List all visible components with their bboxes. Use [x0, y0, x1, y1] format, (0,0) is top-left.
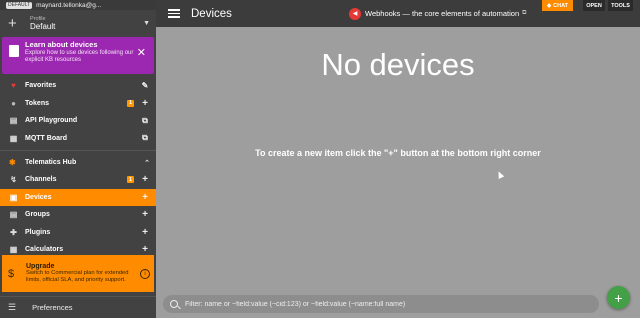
sidebar-item-label: Plugins [25, 228, 51, 236]
menu-icon[interactable] [168, 9, 180, 18]
sidebar-item-label: MQTT Board [25, 134, 67, 142]
profile-selector[interactable]: + Profile Default ▼ [0, 10, 156, 37]
chat-button[interactable]: ◆ CHAT [542, 0, 573, 11]
upgrade-body: Upgrade Switch to Commercial plan for ex… [26, 263, 140, 284]
token-icon: ● [11, 98, 16, 108]
profile-text: Profile Default [30, 16, 143, 31]
search-icon [170, 300, 178, 308]
add-icon[interactable]: + [140, 227, 150, 238]
account-email: maynard.tellonka@g... [36, 1, 102, 9]
preferences-label: Preferences [32, 303, 73, 312]
mouse-cursor-icon [495, 170, 505, 179]
api-icon: ▤ [9, 116, 18, 126]
chat-label: CHAT [553, 2, 569, 9]
close-icon[interactable]: ✕ [137, 46, 146, 59]
add-icon[interactable]: + [140, 244, 150, 255]
add-icon[interactable]: + [140, 192, 150, 203]
edit-icon[interactable]: ✎ [140, 81, 150, 90]
webhook-link[interactable]: Webhooks — the core elements of automati… [365, 9, 519, 18]
bell-icon: ◆ [546, 2, 552, 9]
section-telematics-hub[interactable]: ✱ Telematics Hub ⌃ [0, 154, 156, 171]
filter-input[interactable] [185, 300, 585, 308]
book-icon [9, 45, 19, 57]
filter-bar[interactable] [163, 295, 599, 313]
profile-name: Default [30, 22, 56, 31]
page-title: Devices [191, 7, 232, 20]
sidebar-item-tokens[interactable]: ● Tokens 1 + [0, 95, 156, 113]
sidebar-item-channels[interactable]: ↯ Channels 1 + [0, 171, 156, 189]
sidebar-item-label: Calculators [25, 246, 64, 254]
section-label: Telematics Hub [25, 159, 77, 166]
count-badge: 1 [127, 99, 134, 107]
add-profile-icon[interactable]: + [8, 16, 22, 31]
open-external-icon[interactable]: ⧉ [140, 133, 150, 143]
sidebar-item-groups[interactable]: ▤ Groups + [0, 206, 156, 224]
calculators-icon: ▦ [9, 245, 18, 255]
sidebar-item-plugins[interactable]: ✚ Plugins + [0, 224, 156, 242]
open-external-icon[interactable]: ⧉ [140, 116, 150, 126]
megaphone-icon: ◀ [349, 7, 361, 20]
tools-button[interactable]: TOOLS [608, 0, 633, 11]
upgrade-title: Upgrade [26, 263, 55, 271]
sidebar-item-mqtt-board[interactable]: ▦ MQTT Board ⧉ [0, 130, 156, 148]
sidebar-item-label: Favorites [25, 82, 57, 90]
heart-icon: ♥ [11, 81, 16, 91]
empty-state-hint: To create a new item click the "+" butto… [255, 148, 541, 158]
sidebar-item-api-playground[interactable]: ▤ API Playground ⧉ [0, 112, 156, 130]
account-badge: DEFAULT [6, 1, 33, 9]
empty-state-title: No devices [321, 47, 475, 82]
add-icon[interactable]: + [140, 174, 150, 185]
info-icon[interactable]: i [140, 268, 150, 279]
dollar-icon: $ [8, 267, 15, 280]
divider [0, 150, 156, 151]
open-button[interactable]: OPEN [583, 0, 605, 11]
plugins-icon: ✚ [10, 227, 17, 237]
account-bar[interactable]: DEFAULT maynard.tellonka@g... [0, 0, 156, 10]
count-badge: 1 [127, 176, 134, 184]
promo-body: Learn about devices Explore how to use d… [25, 40, 137, 64]
promo-title: Learn about devices [25, 40, 98, 49]
sidebar-item-label: Groups [25, 211, 50, 219]
add-device-button[interactable]: + [607, 286, 630, 309]
add-icon[interactable]: + [140, 209, 150, 220]
preferences-row[interactable]: ☰ Preferences [0, 296, 156, 318]
sliders-icon: ☰ [8, 302, 17, 312]
promo-banner: Learn about devices Explore how to use d… [2, 37, 154, 74]
open-external-icon[interactable]: ⧉ [522, 10, 526, 17]
upgrade-text: Switch to Commercial plan for extended l… [26, 270, 129, 283]
caret-down-icon[interactable]: ▼ [143, 20, 150, 27]
mqtt-icon: ▦ [9, 133, 18, 143]
channels-icon: ↯ [10, 175, 17, 185]
hub-icon: ✱ [9, 158, 16, 167]
devices-icon: ▣ [9, 192, 18, 202]
sidebar-item-favorites[interactable]: ♥ Favorites ✎ [0, 77, 156, 95]
top-bar: Devices ◀ Webhooks — the core elements o… [156, 0, 640, 27]
sidebar: DEFAULT maynard.tellonka@g... + Profile … [0, 0, 156, 318]
promo-text: Explore how to use devices following our… [25, 50, 134, 63]
sidebar-item-label: Channels [25, 176, 57, 184]
sidebar-item-label: Devices [25, 193, 52, 201]
sidebar-item-devices[interactable]: ▣ Devices + [0, 188, 156, 206]
add-icon[interactable]: + [140, 98, 150, 109]
sidebar-item-label: Tokens [25, 99, 49, 107]
chevron-up-icon[interactable]: ⌃ [144, 159, 150, 167]
groups-icon: ▤ [9, 210, 18, 220]
upgrade-banner[interactable]: $ Upgrade Switch to Commercial plan for … [2, 255, 154, 292]
sidebar-item-label: API Playground [25, 117, 78, 125]
